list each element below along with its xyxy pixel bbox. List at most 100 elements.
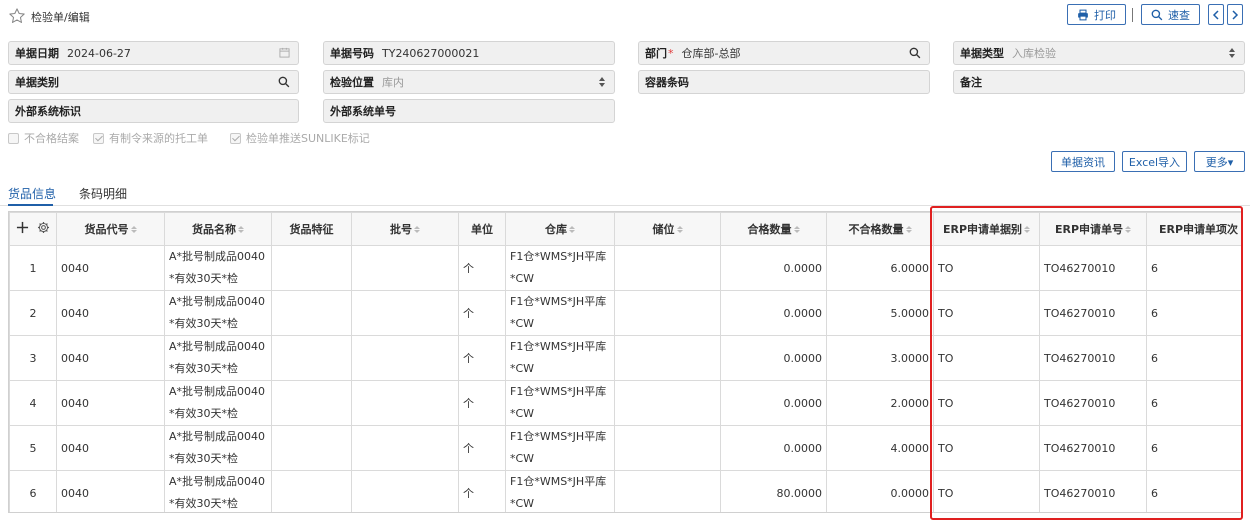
checkbox-box[interactable] (8, 132, 19, 144)
tab-barcode-detail[interactable]: 条码明细 (79, 185, 127, 202)
checkbox-box[interactable] (230, 132, 241, 144)
prev-record-button[interactable] (1208, 4, 1224, 25)
unit-cell[interactable]: 个 (458, 470, 506, 512)
select-arrows-icon[interactable] (1228, 47, 1236, 62)
goods-code-cell[interactable]: 0040 (56, 380, 165, 426)
ok-qty-cell[interactable]: 80.0000 (720, 470, 827, 512)
erp-doc-type-cell[interactable]: TO (933, 470, 1040, 512)
sort-icon[interactable] (906, 225, 912, 235)
table-row[interactable]: 6 0040 A*批号制成品0040 *有效30天*检 个 F1仓*WMS*JH平… (9, 470, 1241, 512)
warehouse-cell[interactable]: F1仓*WMS*JH平库 *CW (505, 470, 615, 512)
ng-qty-cell[interactable]: 6.0000 (826, 245, 934, 291)
star-icon[interactable] (8, 7, 26, 25)
table-row[interactable]: 2 0040 A*批号制成品0040 *有效30天*检 个 F1仓*WMS*JH平… (9, 290, 1241, 336)
location-cell[interactable] (614, 425, 721, 471)
goods-feature-cell[interactable] (271, 245, 352, 291)
warehouse-cell[interactable]: F1仓*WMS*JH平库 *CW (505, 425, 615, 471)
column-header-goods-feature[interactable]: 货品特征 (271, 212, 352, 246)
add-row-icon[interactable] (16, 221, 29, 237)
doc-no-field[interactable]: 单据号码 TY240627000021 (323, 41, 615, 65)
sort-icon[interactable] (677, 225, 683, 235)
goods-name-cell[interactable]: A*批号制成品0040 *有效30天*检 (164, 245, 272, 291)
ng-qty-cell[interactable]: 4.0000 (826, 425, 934, 471)
erp-item-cell[interactable]: 6 (1146, 425, 1241, 471)
dept-field[interactable]: 部门 * 仓库部-总部 (638, 41, 930, 65)
ok-qty-cell[interactable]: 0.0000 (720, 290, 827, 336)
batch-cell[interactable] (351, 425, 459, 471)
goods-name-cell[interactable]: A*批号制成品0040 *有效30天*检 (164, 335, 272, 381)
location-cell[interactable] (614, 290, 721, 336)
ng-qty-cell[interactable]: 2.0000 (826, 380, 934, 426)
goods-feature-cell[interactable] (271, 380, 352, 426)
erp-doc-type-cell[interactable]: TO (933, 425, 1040, 471)
erp-item-cell[interactable]: 6 (1146, 245, 1241, 291)
more-button[interactable]: 更多▾ (1194, 151, 1245, 172)
goods-code-cell[interactable]: 0040 (56, 470, 165, 512)
remark-field[interactable]: 备注 (953, 70, 1245, 94)
erp-doc-type-cell[interactable]: TO (933, 380, 1040, 426)
column-header-erp-doc-type[interactable]: ERP申请单据别 (933, 212, 1040, 246)
table-row[interactable]: 5 0040 A*批号制成品0040 *有效30天*检 个 F1仓*WMS*JH平… (9, 425, 1241, 471)
goods-name-cell[interactable]: A*批号制成品0040 *有效30天*检 (164, 290, 272, 336)
batch-cell[interactable] (351, 290, 459, 336)
location-cell[interactable] (614, 470, 721, 512)
sort-icon[interactable] (1024, 225, 1030, 235)
erp-item-cell[interactable]: 6 (1146, 335, 1241, 381)
batch-cell[interactable] (351, 470, 459, 512)
erp-doc-no-cell[interactable]: TO46270010 (1039, 425, 1147, 471)
column-header-goods-code[interactable]: 货品代号 (56, 212, 165, 246)
goods-feature-cell[interactable] (271, 425, 352, 471)
column-header-ok-qty[interactable]: 合格数量 (720, 212, 827, 246)
table-row[interactable]: 3 0040 A*批号制成品0040 *有效30天*检 个 F1仓*WMS*JH平… (9, 335, 1241, 381)
search-icon[interactable] (278, 76, 290, 91)
ok-qty-cell[interactable]: 0.0000 (720, 245, 827, 291)
ok-qty-cell[interactable]: 0.0000 (720, 335, 827, 381)
column-header-goods-name[interactable]: 货品名称 (164, 212, 272, 246)
goods-code-cell[interactable]: 0040 (56, 245, 165, 291)
tab-goods-info[interactable]: 货品信息 (8, 185, 56, 202)
batch-cell[interactable] (351, 335, 459, 381)
quick-search-button[interactable]: 速查 (1141, 4, 1200, 25)
goods-feature-cell[interactable] (271, 335, 352, 381)
column-header-ng-qty[interactable]: 不合格数量 (826, 212, 934, 246)
ok-qty-cell[interactable]: 0.0000 (720, 380, 827, 426)
unit-cell[interactable]: 个 (458, 290, 506, 336)
warehouse-cell[interactable]: F1仓*WMS*JH平库 *CW (505, 335, 615, 381)
sort-icon[interactable] (131, 225, 137, 235)
print-button[interactable]: 打印 (1067, 4, 1126, 25)
erp-item-cell[interactable]: 6 (1146, 290, 1241, 336)
unit-cell[interactable]: 个 (458, 335, 506, 381)
table-row[interactable]: 4 0040 A*批号制成品0040 *有效30天*检 个 F1仓*WMS*JH平… (9, 380, 1241, 426)
checkbox-push-sunlike[interactable]: 检验单推送SUNLIKE标记 (230, 130, 370, 146)
doc-date-field[interactable]: 单据日期 2024-06-27 (8, 41, 299, 65)
calendar-icon[interactable] (279, 47, 290, 61)
doc-type-field[interactable]: 单据类型 入库检验 (953, 41, 1245, 65)
sort-icon[interactable] (794, 225, 800, 235)
goods-name-cell[interactable]: A*批号制成品0040 *有效30天*检 (164, 425, 272, 471)
ok-qty-cell[interactable]: 0.0000 (720, 425, 827, 471)
warehouse-cell[interactable]: F1仓*WMS*JH平库 *CW (505, 290, 615, 336)
column-header-warehouse[interactable]: 仓库 (505, 212, 615, 246)
ext-system-id-field[interactable]: 外部系统标识 (8, 99, 299, 123)
column-header-erp-item[interactable]: ERP申请单项次 (1146, 212, 1241, 246)
location-cell[interactable] (614, 380, 721, 426)
next-record-button[interactable] (1227, 4, 1243, 25)
column-header-erp-doc-no[interactable]: ERP申请单号 (1039, 212, 1147, 246)
checkbox-closed-unqualified[interactable]: 不合格结案 (8, 130, 79, 146)
goods-name-cell[interactable]: A*批号制成品0040 *有效30天*检 (164, 380, 272, 426)
checkbox-box[interactable] (93, 132, 104, 144)
column-header-location[interactable]: 储位 (614, 212, 721, 246)
unit-cell[interactable]: 个 (458, 245, 506, 291)
inspect-location-field[interactable]: 检验位置 库内 (323, 70, 615, 94)
doc-info-button[interactable]: 单据资讯 (1051, 151, 1115, 172)
goods-code-cell[interactable]: 0040 (56, 425, 165, 471)
ng-qty-cell[interactable]: 3.0000 (826, 335, 934, 381)
erp-doc-no-cell[interactable]: TO46270010 (1039, 380, 1147, 426)
erp-doc-type-cell[interactable]: TO (933, 335, 1040, 381)
sort-icon[interactable] (569, 225, 575, 235)
search-icon[interactable] (909, 47, 921, 62)
goods-code-cell[interactable]: 0040 (56, 290, 165, 336)
warehouse-cell[interactable]: F1仓*WMS*JH平库 *CW (505, 380, 615, 426)
ng-qty-cell[interactable]: 5.0000 (826, 290, 934, 336)
doc-category-field[interactable]: 单据类别 (8, 70, 299, 94)
